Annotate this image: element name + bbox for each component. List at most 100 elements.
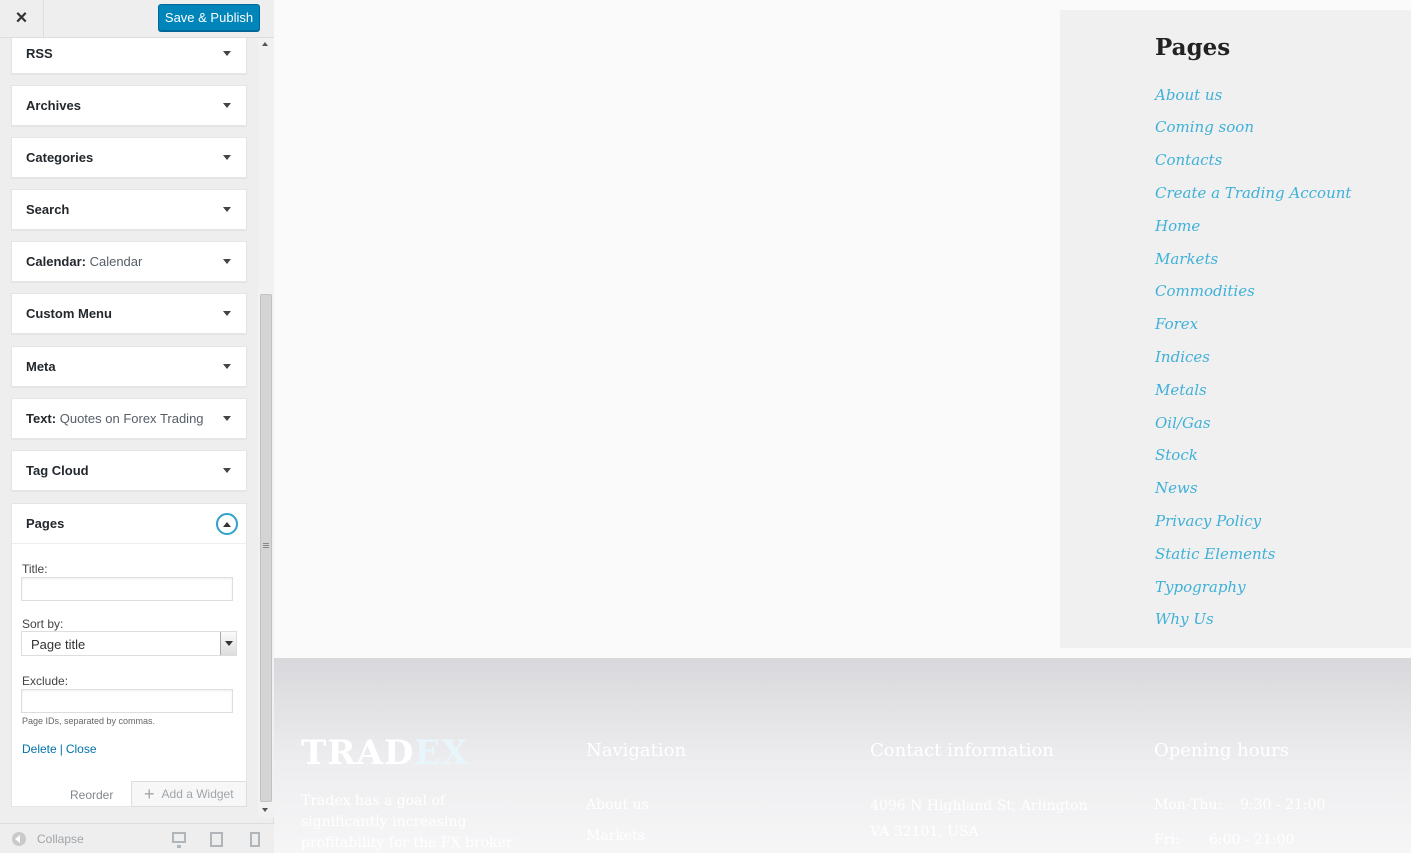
hours-day: Fri: bbox=[1154, 832, 1180, 848]
mobile-preview-icon[interactable] bbox=[250, 832, 260, 847]
page-link[interactable]: Commodities bbox=[1155, 282, 1255, 300]
sort-by-select[interactable]: Page title bbox=[21, 631, 237, 656]
footer-hours-heading: Opening hours bbox=[1154, 740, 1289, 761]
close-widget-link[interactable]: Close bbox=[66, 742, 97, 756]
title-field[interactable] bbox=[21, 577, 233, 601]
scroll-down-arrow-icon[interactable] bbox=[262, 808, 268, 812]
widget-categories[interactable]: Categories bbox=[11, 137, 247, 178]
tablet-preview-icon[interactable] bbox=[210, 832, 223, 847]
page-link[interactable]: Oil/Gas bbox=[1155, 414, 1211, 432]
footer-about-line: significantly increasing bbox=[301, 814, 467, 830]
footer-contact-heading: Contact information bbox=[870, 740, 1054, 761]
page-link[interactable]: About us bbox=[1155, 86, 1222, 104]
widget-calendar[interactable]: Calendar: Calendar bbox=[11, 241, 247, 282]
hours-time: 6:00 - 21:00 bbox=[1209, 832, 1295, 848]
desktop-preview-icon[interactable] bbox=[172, 832, 186, 848]
reorder-link[interactable]: Reorder bbox=[70, 788, 113, 802]
widget-title: Search bbox=[26, 202, 70, 217]
action-separator: | bbox=[59, 742, 63, 756]
widget-title: Archives bbox=[26, 98, 81, 113]
sort-by-label: Sort by: bbox=[22, 617, 64, 631]
page-link[interactable]: Contacts bbox=[1155, 151, 1222, 169]
collapse-arrow-icon bbox=[12, 832, 26, 846]
widget-title: Custom Menu bbox=[26, 306, 112, 321]
collapse-toggle-button[interactable] bbox=[216, 513, 238, 535]
customizer-sidebar: × Save & Publish RSS Archives Categories… bbox=[0, 0, 274, 853]
delete-widget-link[interactable]: Delete bbox=[22, 742, 57, 756]
hours-day: Mon-Thu: bbox=[1154, 797, 1223, 813]
widget-archives[interactable]: Archives bbox=[11, 85, 247, 126]
exclude-field-label: Exclude: bbox=[22, 674, 69, 688]
save-publish-button[interactable]: Save & Publish bbox=[158, 4, 260, 31]
page-link[interactable]: Stock bbox=[1155, 446, 1198, 464]
chevron-down-icon[interactable] bbox=[223, 51, 231, 56]
scroll-up-arrow-icon[interactable] bbox=[262, 42, 268, 46]
site-preview: Pages About us Coming soon Contacts Crea… bbox=[274, 0, 1411, 853]
widget-title: Pages bbox=[26, 516, 65, 531]
chevron-down-icon[interactable] bbox=[223, 207, 231, 212]
chevron-down-icon[interactable] bbox=[223, 311, 231, 316]
sort-by-value: Page title bbox=[31, 637, 86, 652]
site-footer: TRADEX Tradex has a goal of significantl… bbox=[274, 658, 1411, 853]
footer-contact-line: VA 32101, USA bbox=[870, 824, 979, 840]
scrollbar-thumb[interactable] bbox=[260, 294, 272, 802]
page-link[interactable]: Home bbox=[1155, 217, 1200, 235]
widget-tag-cloud[interactable]: Tag Cloud bbox=[11, 450, 247, 491]
close-icon: × bbox=[15, 7, 28, 29]
footer-about-line: profitability for the FX broker bbox=[301, 835, 513, 851]
page-link[interactable]: Why Us bbox=[1155, 610, 1214, 628]
widget-title: Meta bbox=[26, 359, 56, 374]
close-customizer-button[interactable]: × bbox=[0, 0, 44, 37]
widget-pages-header[interactable]: Pages bbox=[12, 504, 246, 544]
page-link[interactable]: Typography bbox=[1155, 578, 1246, 596]
chevron-down-icon[interactable] bbox=[223, 416, 231, 421]
footer-contact-line: 4096 N Highland St, Arlington bbox=[870, 798, 1088, 814]
widget-text[interactable]: Text: Quotes on Forex Trading bbox=[11, 398, 247, 439]
chevron-down-icon[interactable] bbox=[223, 103, 231, 108]
chevron-down-icon[interactable] bbox=[223, 468, 231, 473]
widget-custom-menu[interactable]: Custom Menu bbox=[11, 293, 247, 334]
pages-widget-preview: Pages About us Coming soon Contacts Crea… bbox=[1060, 10, 1411, 648]
page-link[interactable]: Create a Trading Account bbox=[1155, 184, 1351, 202]
page-link[interactable]: Forex bbox=[1155, 315, 1198, 333]
collapse-sidebar-button[interactable]: Collapse bbox=[12, 832, 84, 846]
add-widget-label: Add a Widget bbox=[161, 787, 234, 801]
exclude-field[interactable] bbox=[21, 689, 233, 713]
widget-title: Calendar: Calendar bbox=[26, 254, 143, 269]
widget-search[interactable]: Search bbox=[11, 189, 247, 230]
exclude-hint: Page IDs, separated by commas. bbox=[22, 716, 156, 726]
page-link[interactable]: Coming soon bbox=[1155, 118, 1254, 136]
footer-nav-link[interactable]: Markets bbox=[586, 828, 645, 844]
chevron-up-icon bbox=[223, 521, 231, 527]
widget-title: RSS bbox=[26, 46, 53, 61]
chevron-down-icon[interactable] bbox=[223, 259, 231, 264]
dropdown-arrow-icon[interactable] bbox=[220, 632, 236, 655]
pages-heading: Pages bbox=[1155, 34, 1231, 61]
footer-about-line: Tradex has a goal of bbox=[301, 793, 446, 809]
page-link[interactable]: Indices bbox=[1155, 348, 1210, 366]
customizer-footer: Collapse bbox=[0, 823, 274, 853]
footer-nav-link[interactable]: About us bbox=[586, 797, 649, 813]
site-logo[interactable]: TRADEX bbox=[301, 733, 469, 773]
widget-title: Tag Cloud bbox=[26, 463, 89, 478]
widget-meta[interactable]: Meta bbox=[11, 346, 247, 387]
add-widget-button[interactable]: + Add a Widget bbox=[131, 781, 247, 807]
page-link[interactable]: Privacy Policy bbox=[1155, 512, 1261, 530]
widget-title: Categories bbox=[26, 150, 94, 165]
page-link[interactable]: Metals bbox=[1155, 381, 1207, 399]
page-link[interactable]: News bbox=[1155, 479, 1198, 497]
page-link[interactable]: Static Elements bbox=[1155, 545, 1275, 563]
widget-pages: Pages Title: Sort by: Page title Exclude… bbox=[11, 503, 247, 807]
plus-icon: + bbox=[144, 784, 155, 804]
widget-actions: Delete | Close bbox=[22, 742, 97, 756]
chevron-down-icon[interactable] bbox=[223, 364, 231, 369]
grip-icon bbox=[263, 543, 269, 544]
sidebar-scrollbar[interactable] bbox=[258, 38, 274, 818]
collapse-label: Collapse bbox=[37, 832, 84, 846]
widget-rss[interactable]: RSS bbox=[11, 38, 247, 74]
page-link[interactable]: Markets bbox=[1155, 250, 1218, 268]
widget-title: Text: Quotes on Forex Trading bbox=[26, 411, 204, 426]
chevron-down-icon[interactable] bbox=[223, 155, 231, 160]
customizer-header: × Save & Publish bbox=[0, 0, 274, 38]
widget-list: RSS Archives Categories Search Calendar:… bbox=[0, 38, 258, 818]
